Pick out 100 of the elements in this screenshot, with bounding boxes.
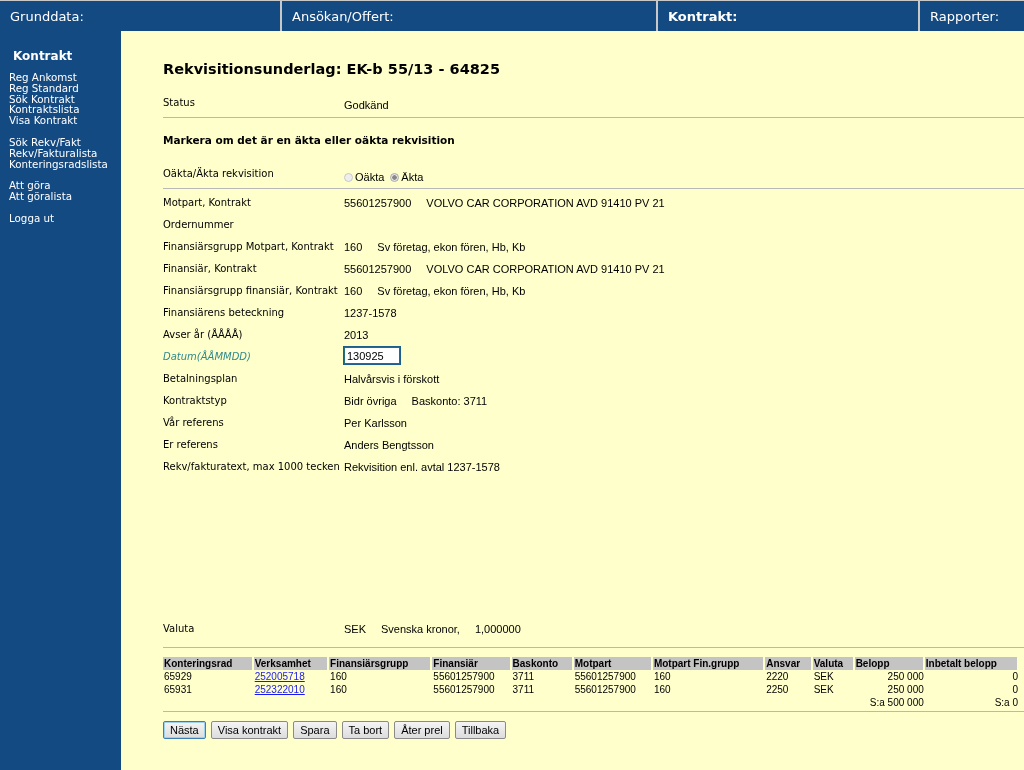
sidebar-heading: Kontrakt (13, 49, 74, 63)
field-value: Godkänd (344, 99, 389, 111)
field-value: VOLVO CAR CORPORATION AVD 91410 PV 21 (426, 263, 665, 275)
field-value: Sv företag, ekon fören, Hb, Kb (377, 241, 526, 253)
column-header: Baskonto (511, 657, 574, 670)
radio-option[interactable]: Äkta (390, 171, 424, 183)
table-cell-text: 3711 (511, 683, 536, 696)
table-cell-text: 160 (329, 683, 348, 696)
column-header: Valuta (812, 657, 855, 670)
table-cell-text: 160 (329, 670, 348, 683)
field-value: VOLVO CAR CORPORATION AVD 91410 PV 21 (426, 197, 665, 209)
field-label: Betalningsplan (163, 373, 239, 384)
total-cell-text: S:a 500 000 (868, 696, 925, 709)
table-cell-text: SEK (812, 683, 835, 696)
radio-label: Oäkta (355, 171, 385, 183)
nav-tab[interactable]: Kontrakt: (658, 1, 918, 31)
column-header: Konteringsrad (163, 657, 254, 670)
nav-tab[interactable]: Grunddata: (0, 1, 280, 31)
table-cell-text: 65929 (163, 670, 193, 683)
page-title: Rekvisitionsunderlag: EK-b 55/13 - 64825 (163, 61, 501, 77)
table-cell-text: 55601257900 (573, 670, 637, 683)
field-label: Kontraktstyp (163, 395, 228, 406)
field-label: Finansiärens beteckning (163, 307, 286, 318)
field-label: Er referens (163, 439, 219, 450)
field-value: 160 (344, 241, 363, 253)
field-label: Status (163, 97, 196, 108)
field-value: SEK (344, 623, 366, 635)
total-cell-text: S:a 0 (993, 696, 1019, 709)
field-label: Finansiärsgrupp finansiär, Kontrakt (163, 285, 339, 296)
sidebar-link[interactable]: Kontraktslista (9, 104, 80, 116)
field-label: Oäkta/Äkta rekvisition (163, 168, 275, 179)
sidebar-link[interactable]: Logga ut (9, 212, 55, 224)
column-header: Finansiär (432, 657, 512, 670)
sidebar-link[interactable]: Rekv/Fakturalista (9, 147, 98, 159)
field-value: Baskonto: 3711 (411, 395, 488, 407)
sidebar-link[interactable]: Sök Kontrakt (9, 93, 75, 105)
field-value: Halvårsvis i förskott (344, 373, 440, 385)
field-label: Motpart, Kontrakt (163, 197, 252, 208)
date-input[interactable]: 130925 (344, 347, 400, 364)
field-value: 2013 (344, 329, 369, 341)
field-label: Valuta (163, 623, 196, 634)
action-button[interactable]: Tillbaka (454, 721, 507, 739)
action-button[interactable]: Åter prel (394, 721, 450, 739)
action-button[interactable]: Spara (293, 721, 337, 739)
field-label: Rekv/fakturatext, max 1000 tecken (163, 461, 341, 472)
sidebar-link[interactable]: Visa Kontrakt (9, 115, 78, 126)
sidebar-link[interactable]: Att göralista (9, 191, 73, 202)
table-cell-text: 160 (652, 683, 672, 696)
column-header: Finansiärsgrupp (329, 657, 433, 670)
table-cell-text: 2250 (765, 683, 790, 696)
column-header: Motpart Fin.grupp (652, 657, 766, 670)
field-value: Bidr övriga (344, 395, 397, 407)
radio-label: Äkta (401, 171, 424, 183)
instruction-text: Markera om det är en äkta eller oäkta rekvisition (163, 134, 456, 146)
table-cell-text: 2220 (765, 670, 790, 683)
field-value: Per Karlsson (344, 417, 407, 429)
table-cell-text: 55601257900 (432, 683, 496, 696)
field-value: Anders Bengtsson (344, 439, 434, 451)
table-link[interactable]: 252005718 (254, 671, 305, 682)
sidebar-link[interactable]: Att göra (9, 180, 51, 192)
table-cell-text: 250 000 (886, 683, 925, 696)
column-header: Motpart (573, 657, 653, 670)
radio-option[interactable]: Oäkta (344, 171, 385, 183)
column-header: Verksamhet (253, 657, 330, 670)
field-value: 55601257900 (344, 197, 412, 209)
action-button[interactable]: Visa kontrakt (210, 721, 289, 739)
action-button[interactable]: Ta bort (341, 721, 390, 739)
field-value: 160 (344, 285, 363, 297)
radio-button[interactable] (390, 172, 400, 182)
column-header: Inbetalt belopp (924, 657, 1019, 670)
field-label: Vår referens (163, 417, 225, 428)
field-label: Finansiär, Kontrakt (163, 263, 258, 274)
field-value: 1,000000 (474, 623, 521, 635)
table-cell-text: 3711 (511, 670, 536, 683)
column-header: Belopp (854, 657, 925, 670)
table-cell-text: 0 (1011, 670, 1019, 683)
nav-tab[interactable]: Ansökan/Offert: (282, 1, 656, 31)
sidebar-link[interactable]: Sök Rekv/Fakt (9, 137, 81, 148)
sidebar-link[interactable]: Reg Standard (9, 82, 79, 94)
field-value: 55601257900 (344, 263, 412, 275)
nav-tab[interactable]: Rapporter: (920, 1, 1024, 31)
field-label: Finansiärsgrupp Motpart, Kontrakt (163, 241, 335, 252)
field-label: Avser år (ÅÅÅÅ) (163, 329, 244, 340)
table-cell-text: 65931 (163, 683, 193, 696)
table-cell-text: SEK (812, 670, 835, 683)
table-link[interactable]: 252322010 (254, 684, 305, 695)
field-label: Ordernummer (163, 219, 235, 230)
sidebar-link[interactable]: Reg Ankomst (9, 72, 77, 83)
table-cell-text: 55601257900 (573, 683, 637, 696)
action-button[interactable]: Nästa (163, 721, 206, 739)
table-cell-text: 55601257900 (432, 670, 496, 683)
radio-button[interactable] (344, 172, 353, 182)
sidebar-link[interactable]: Konteringsradslista (9, 158, 108, 170)
field-label: Datum(ÅÅMMDD) (163, 351, 252, 362)
field-value: Svenska kronor, (381, 623, 460, 635)
table-cell-text: 250 000 (886, 670, 925, 683)
field-value: 1237-1578 (344, 307, 397, 319)
field-value: Sv företag, ekon fören, Hb, Kb (377, 285, 526, 297)
field-value: Rekvisition enl. avtal 1237-1578 (344, 461, 500, 473)
table-cell-text: 160 (652, 670, 672, 683)
